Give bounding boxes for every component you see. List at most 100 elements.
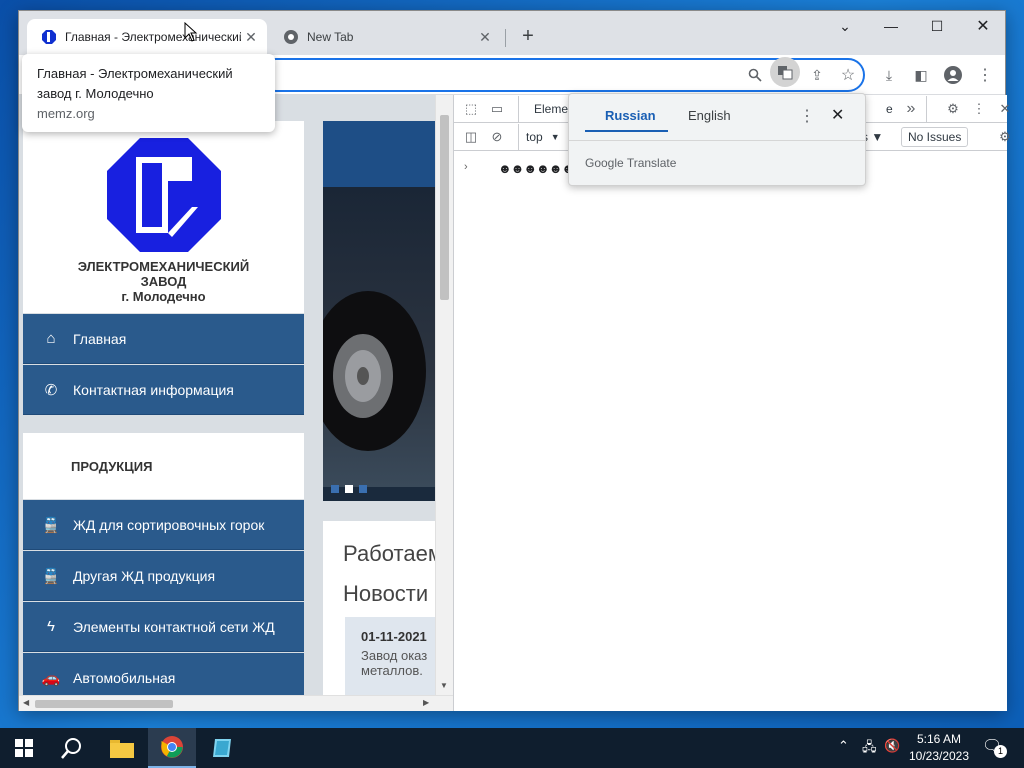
volume-muted-icon[interactable]: 🔇: [884, 738, 900, 754]
lang-tab-russian[interactable]: Russian: [605, 108, 656, 123]
bookmark-star-icon[interactable]: ☆: [836, 63, 860, 87]
issues-badge[interactable]: No Issues: [901, 127, 969, 147]
image-slider[interactable]: [323, 121, 453, 501]
download-icon[interactable]: ⤓: [877, 63, 901, 87]
translate-icon[interactable]: [770, 57, 800, 87]
slider-wheel-image: [323, 291, 426, 451]
settings-gear-icon[interactable]: ⚙: [944, 100, 962, 118]
lightning-icon: ϟ: [47, 618, 55, 635]
mouse-cursor-icon: [184, 22, 198, 42]
translate-brand: Google Translate: [585, 156, 677, 170]
scroll-left-icon[interactable]: ◀: [23, 698, 29, 707]
close-window-button[interactable]: ✕: [960, 11, 1006, 41]
logo-card[interactable]: ЭЛЕКТРОМЕХАНИЧЕСКИЙ ЗАВОД г. Молодечно: [23, 121, 304, 313]
nav-item-catenary[interactable]: ϟ Элементы контактной сети ЖД: [23, 602, 304, 652]
scroll-right-icon[interactable]: ▶: [423, 698, 429, 707]
selected-lang-indicator: [585, 130, 668, 132]
page-horizontal-scrollbar[interactable]: ◀ ▶: [19, 695, 453, 711]
nav-item-home[interactable]: ⌂ Главная: [23, 314, 304, 364]
devtools-close-icon[interactable]: ✕: [996, 100, 1014, 118]
chrome-icon: [284, 30, 298, 44]
tab-title: New Tab: [307, 30, 354, 44]
tab-close-icon[interactable]: ✕: [241, 29, 261, 46]
tab-close-icon[interactable]: ✕: [475, 29, 495, 46]
nav-item-label: Другая ЖД продукция: [73, 567, 216, 584]
system-clock[interactable]: 5:16 AM 10/23/2023: [906, 731, 972, 765]
tab-separator: [505, 29, 506, 47]
network-icon[interactable]: 🖧: [862, 738, 877, 760]
tab-overflow-fragment: e: [886, 102, 893, 116]
nav-item-label: ЖД для сортировочных горок: [73, 516, 265, 533]
tab-title: Главная - Электромеханический: [65, 30, 241, 44]
start-button[interactable]: [0, 728, 48, 768]
maximize-button[interactable]: ☐: [914, 11, 960, 41]
taskbar: ⌃ 🖧 🔇 5:16 AM 10/23/2023 🗨 1: [0, 728, 1024, 768]
chrome-icon: [161, 736, 183, 758]
page-vertical-scrollbar[interactable]: ▼: [435, 95, 453, 695]
products-header-card: ПРОДУКЦИЯ: [23, 433, 304, 499]
tab-new[interactable]: New Tab ✕: [269, 19, 501, 55]
share-icon[interactable]: ⇪: [805, 63, 829, 87]
app-icon: [213, 739, 231, 757]
show-hidden-icons-icon[interactable]: ⌃: [838, 738, 849, 754]
file-explorer-button[interactable]: [98, 728, 146, 768]
scrollbar-thumb[interactable]: [35, 700, 173, 708]
news-heading-working: Работаем: [343, 541, 443, 566]
clock-time: 5:16 AM: [916, 732, 962, 746]
nav-item-rail-hump[interactable]: 🚆 ЖД для сортировочных горок: [23, 500, 304, 550]
notification-count-badge: 1: [994, 745, 1007, 758]
hover-card-url: memz.org: [37, 106, 95, 121]
search-icon[interactable]: [743, 63, 767, 87]
context-selector[interactable]: top ▼: [526, 130, 560, 144]
console-settings-icon[interactable]: ⚙: [996, 128, 1014, 146]
car-icon: 🚗: [41, 669, 61, 687]
hover-card-title: Главная - Электромеханический завод г. М…: [37, 66, 233, 101]
slider-dot[interactable]: [359, 485, 367, 493]
translate-options-icon[interactable]: ⋮: [799, 106, 815, 126]
search-taskbar-button[interactable]: [48, 728, 96, 768]
clock-date: 10/23/2023: [908, 749, 970, 763]
divider: [569, 140, 865, 141]
device-toolbar-icon[interactable]: ▭: [488, 100, 506, 118]
news-card: Работаем Новости 01-11-2021 Завод оказ м…: [323, 521, 453, 695]
chrome-taskbar-button[interactable]: [148, 728, 196, 768]
inspect-element-icon[interactable]: ⬚: [462, 100, 480, 118]
dropdown-arrow-icon: ▼: [550, 132, 560, 142]
expand-arrow-icon[interactable]: ›: [464, 161, 468, 173]
minimize-button[interactable]: —: [868, 11, 914, 41]
new-tab-button[interactable]: +: [517, 25, 539, 48]
nav-item-other-rail[interactable]: 🚆 Другая ЖД продукция: [23, 551, 304, 601]
side-panel-icon[interactable]: ◧: [909, 63, 933, 87]
profile-avatar-icon[interactable]: [941, 63, 965, 87]
app-taskbar-button[interactable]: [198, 728, 246, 768]
windows-logo-icon: [15, 739, 33, 757]
sidebar-toggle-icon[interactable]: ◫: [462, 128, 480, 146]
devtools-panel: ⬚ ▭ Elemen e » ⚙ ⋮ ✕ ◫ ⊘ top ▼ s ▼ No Is…: [453, 95, 1011, 711]
nav-item-automotive[interactable]: 🚗 Автомобильная: [23, 653, 304, 695]
logo-line-3: г. Молодечно: [121, 289, 206, 304]
clear-console-icon[interactable]: ⊘: [488, 128, 506, 146]
devtools-menu-kebab-icon[interactable]: ⋮: [970, 100, 988, 118]
home-icon: ⌂: [46, 330, 56, 347]
nav-item-label: Автомобильная: [73, 669, 176, 686]
translate-close-icon[interactable]: ✕: [831, 105, 844, 125]
slider-dot-active[interactable]: [345, 485, 353, 493]
scrollbar-thumb[interactable]: [440, 115, 449, 300]
products-title: ПРОДУКЦИЯ: [71, 458, 153, 474]
logo-line-1: ЭЛЕКТРОМЕХАНИЧЕСКИЙ: [77, 259, 250, 274]
nav-item-label: Главная: [73, 330, 127, 347]
memz-favicon-icon: [42, 30, 56, 44]
tab-search-icon[interactable]: ⌄: [822, 11, 868, 41]
scroll-down-icon[interactable]: ▼: [440, 681, 448, 690]
memz-logo-icon: [107, 138, 221, 252]
train-icon: 🚆: [41, 516, 61, 534]
lang-tab-english[interactable]: English: [688, 108, 731, 123]
page-viewport: ЭЛЕКТРОМЕХАНИЧЕСКИЙ ЗАВОД г. Молодечно ⌂…: [19, 95, 453, 695]
slider-dot[interactable]: [331, 485, 339, 493]
tab-memz[interactable]: Главная - Электромеханический ✕: [27, 19, 267, 55]
nav-item-contacts[interactable]: ✆ Контактная информация: [23, 365, 304, 415]
menu-kebab-icon[interactable]: ⋮: [973, 63, 997, 87]
tab-strip: Главная - Электромеханический ✕ New Tab …: [19, 11, 1005, 55]
news-heading-news: Новости: [343, 581, 429, 606]
more-tabs-icon[interactable]: »: [902, 100, 920, 118]
